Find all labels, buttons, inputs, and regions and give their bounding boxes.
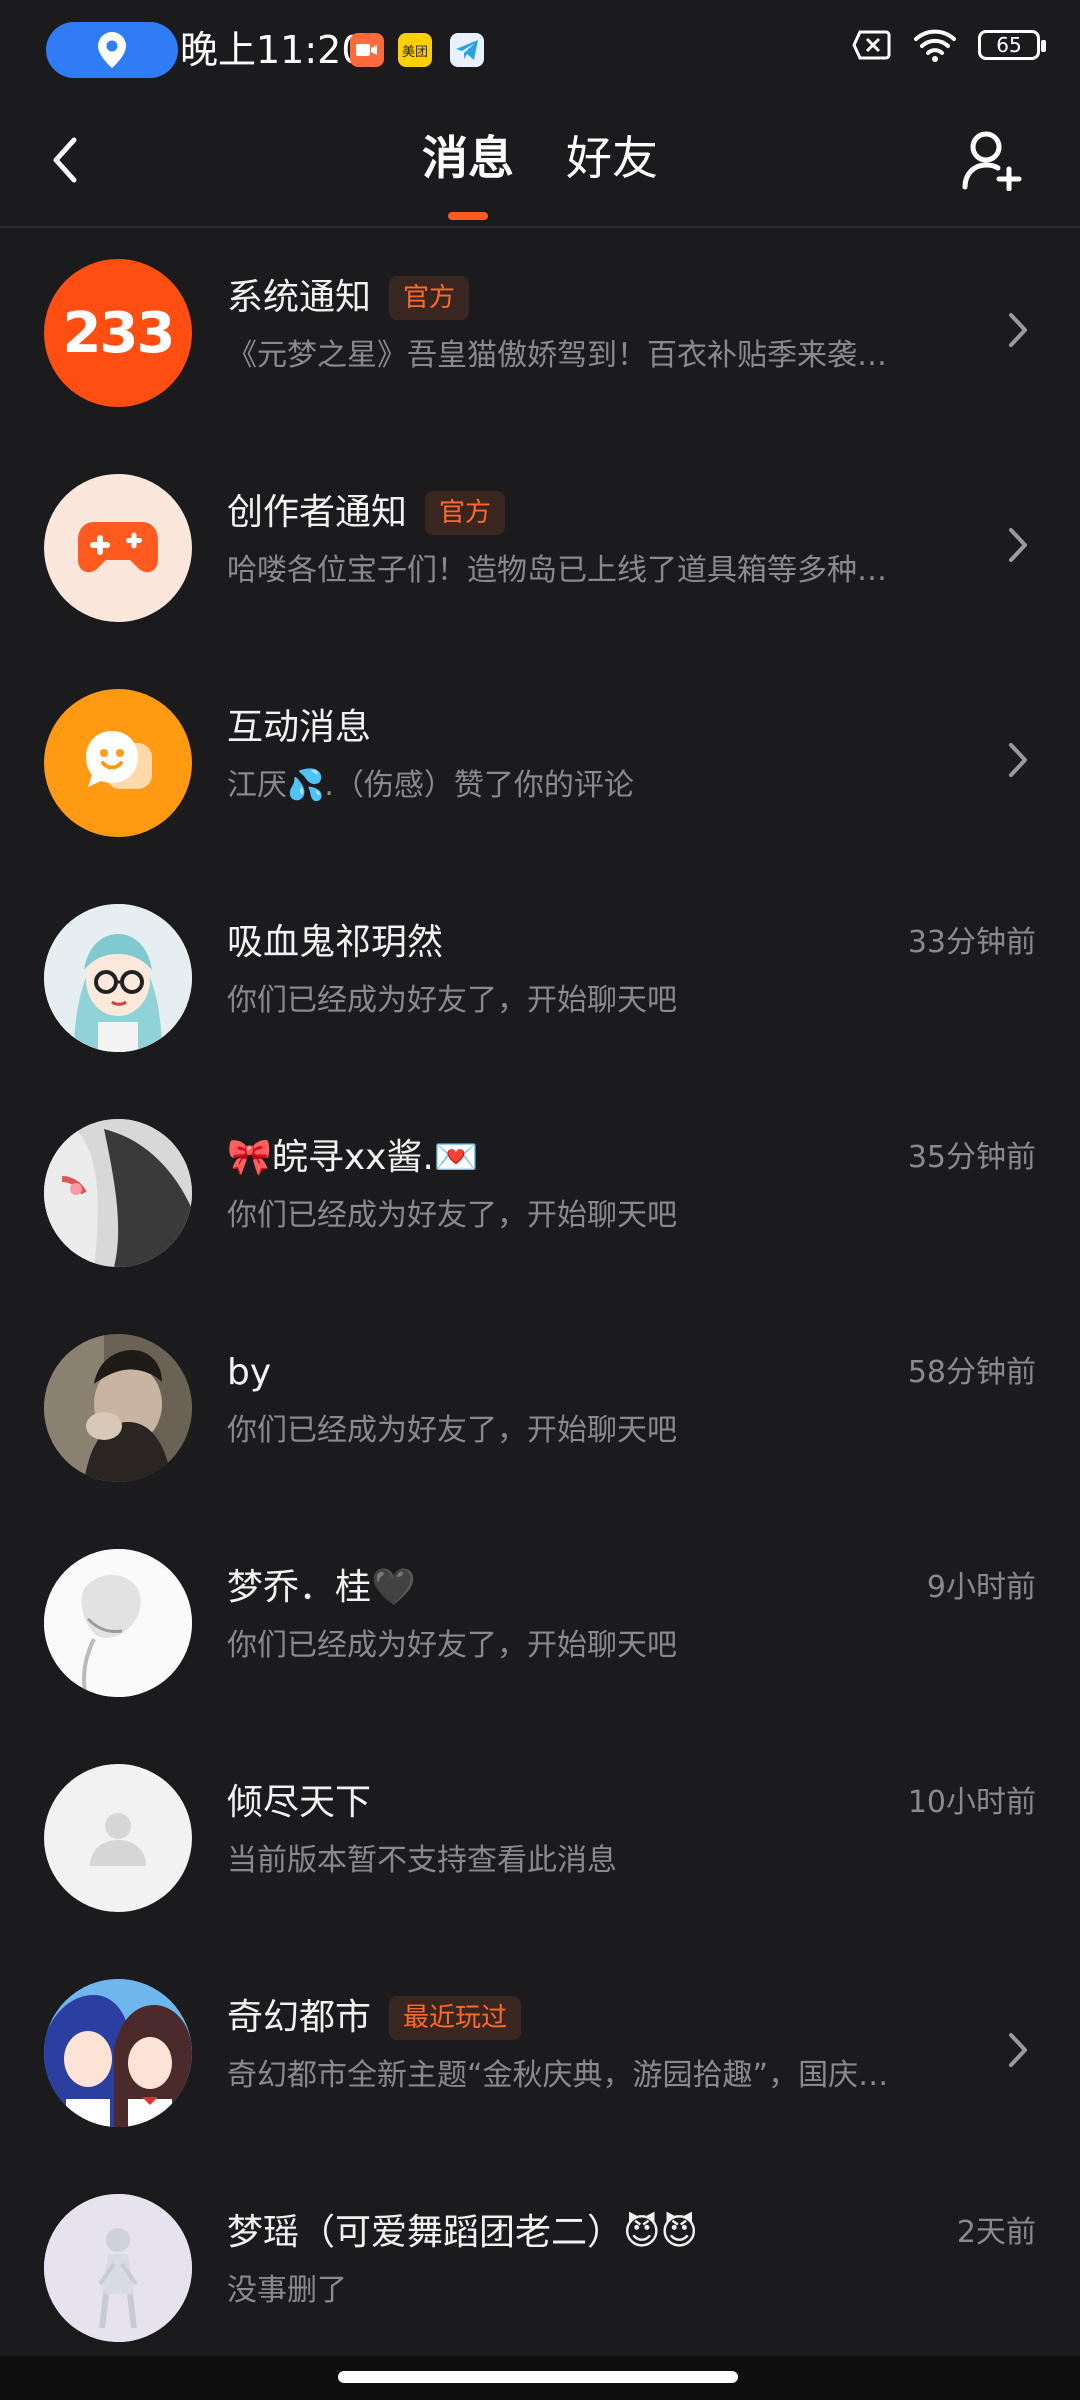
conversation-title: 互动消息 xyxy=(227,703,371,753)
message-preview: 奇幻都市全新主题“金秋庆典，游园拾趣”，国庆… xyxy=(227,2058,889,2093)
avatar-user xyxy=(44,904,192,1052)
meituan-label: 美团 xyxy=(401,44,428,60)
conversation-title: 吸血鬼祁玥然 xyxy=(227,918,443,968)
add-user-icon xyxy=(962,131,1022,191)
tab-bar: 消息 好友 xyxy=(0,126,1080,220)
avatar-figure-image xyxy=(44,2194,192,2342)
meituan-icon: 美团 xyxy=(398,33,432,67)
official-badge: 官方 xyxy=(425,491,506,535)
messages-screen: 晚上11:20 美团 65 消息 好友 233 系统通知 官方 《元梦之星》吾皇… xyxy=(0,0,1080,2400)
top-nav-bar: 消息 好友 xyxy=(0,100,1080,228)
chevron-right-icon xyxy=(1006,2030,1030,2070)
tab-messages-label: 消息 xyxy=(422,131,514,185)
avatar-user xyxy=(44,1549,192,1697)
battery-indicator: 65 xyxy=(978,30,1046,60)
avatar-default xyxy=(44,1764,192,1912)
message-preview: 江厌💦.（伤感）赞了你的评论 xyxy=(227,768,634,803)
location-pin-icon xyxy=(98,32,126,68)
list-item-creator-notification[interactable]: 创作者通知 官方 哈喽各位宝子们！造物岛已上线了道具箱等多种… xyxy=(0,443,1080,658)
conversation-title: 梦乔．桂🖤 xyxy=(227,1563,416,1613)
avatar-anime-characters-image xyxy=(44,1979,192,2127)
chevron-right-icon xyxy=(1006,310,1030,350)
message-list: 233 系统通知 官方 《元梦之星》吾皇猫傲娇驾到！百衣补贴季来袭… 创作者通知… xyxy=(0,228,1080,2378)
avatar-user xyxy=(44,1119,192,1267)
conversation-title: 倾尽天下 xyxy=(227,1778,371,1828)
avatar-interaction xyxy=(44,689,192,837)
conversation-name: 梦乔．桂🖤 xyxy=(227,1567,416,1608)
message-preview: 《元梦之星》吾皇猫傲娇驾到！百衣补贴季来袭… xyxy=(227,338,887,373)
conversation-title: 梦瑶（可爱舞蹈团老二）😈😈 xyxy=(227,2208,698,2258)
avatar-sketch-image xyxy=(44,1549,192,1697)
chat-bubble-icon xyxy=(86,731,152,789)
list-item-chat[interactable]: 吸血鬼祁玥然 33分钟前 你们已经成为好友了，开始聊天吧 xyxy=(0,873,1080,1088)
message-time: 2天前 xyxy=(956,2215,1036,2250)
message-time: 33分钟前 xyxy=(907,925,1036,960)
tab-messages[interactable]: 消息 xyxy=(418,126,518,220)
list-item-chat[interactable]: by 58分钟前 你们已经成为好友了，开始聊天吧 xyxy=(0,1303,1080,1518)
conversation-name: 奇幻都市 xyxy=(227,1997,372,2038)
message-time: 58分钟前 xyxy=(907,1355,1036,1390)
conversation-name: 🎀皖寻xx酱.💌 xyxy=(227,1137,479,1178)
conversation-name: 系统通知 xyxy=(227,277,372,318)
chevron-right-icon xyxy=(1006,525,1030,565)
message-time: 10小时前 xyxy=(907,1785,1036,1820)
battery-level: 65 xyxy=(996,33,1022,57)
conversation-name: 吸血鬼祁玥然 xyxy=(227,922,444,963)
avatar-233-text: 233 xyxy=(62,300,176,366)
avatar-cartoon-girl-image xyxy=(44,904,192,1052)
message-preview: 你们已经成为好友了，开始聊天吧 xyxy=(227,1413,677,1448)
status-right-icons: 65 xyxy=(852,28,1046,62)
conversation-title: 🎀皖寻xx酱.💌 xyxy=(227,1133,479,1183)
conversation-title: by xyxy=(227,1348,271,1398)
official-badge: 官方 xyxy=(389,276,470,320)
tab-friends-label: 好友 xyxy=(566,131,658,185)
conversation-name: 倾尽天下 xyxy=(227,1782,372,1823)
video-app-icon xyxy=(350,33,384,67)
conversation-title: 创作者通知 官方 xyxy=(227,488,506,538)
message-preview: 你们已经成为好友了，开始聊天吧 xyxy=(227,983,677,1018)
sim-card-icon xyxy=(852,30,891,60)
avatar-photo-image xyxy=(44,1334,192,1482)
message-time: 35分钟前 xyxy=(907,1140,1036,1175)
avatar-game xyxy=(44,1979,192,2127)
recently-played-badge: 最近玩过 xyxy=(389,1996,522,2040)
avatar-user xyxy=(44,2194,192,2342)
location-pill[interactable] xyxy=(46,22,178,78)
conversation-name: 梦瑶（可爱舞蹈团老二）😈😈 xyxy=(227,2212,699,2253)
status-bar: 晚上11:20 美团 65 xyxy=(0,0,1080,100)
message-time: 9小时前 xyxy=(926,1570,1036,1605)
chevron-right-icon xyxy=(1006,740,1030,780)
conversation-title: 奇幻都市 最近玩过 xyxy=(227,1993,522,2043)
home-indicator[interactable] xyxy=(338,2371,738,2383)
avatar-sketch-image xyxy=(44,1119,192,1267)
avatar-creator xyxy=(44,474,192,622)
wifi-icon xyxy=(914,29,956,62)
list-item-chat[interactable]: 梦乔．桂🖤 9小时前 你们已经成为好友了，开始聊天吧 xyxy=(0,1518,1080,1733)
list-item-interaction-messages[interactable]: 互动消息 江厌💦.（伤感）赞了你的评论 xyxy=(0,658,1080,873)
message-preview: 你们已经成为好友了，开始聊天吧 xyxy=(227,1628,677,1663)
add-friend-button[interactable] xyxy=(960,128,1024,192)
message-preview: 你们已经成为好友了，开始聊天吧 xyxy=(227,1198,677,1233)
list-item-chat[interactable]: 梦瑶（可爱舞蹈团老二）😈😈 2天前 没事删了 xyxy=(0,2163,1080,2378)
tab-friends[interactable]: 好友 xyxy=(562,126,662,190)
list-item-system-notification[interactable]: 233 系统通知 官方 《元梦之星》吾皇猫傲娇驾到！百衣补贴季来袭… xyxy=(0,228,1080,443)
avatar-233-logo: 233 xyxy=(44,259,192,407)
message-preview: 当前版本暂不支持查看此消息 xyxy=(227,1843,617,1878)
conversation-name: 创作者通知 xyxy=(227,492,408,533)
list-item-chat[interactable]: 倾尽天下 10小时前 当前版本暂不支持查看此消息 xyxy=(0,1733,1080,1948)
conversation-name: by xyxy=(227,1352,272,1393)
message-preview: 哈喽各位宝子们！造物岛已上线了道具箱等多种… xyxy=(227,553,887,588)
telegram-icon xyxy=(450,33,484,67)
list-item-game-fantasy-city[interactable]: 奇幻都市 最近玩过 奇幻都市全新主题“金秋庆典，游园拾趣”，国庆… xyxy=(0,1948,1080,2163)
status-time: 晚上11:20 xyxy=(180,28,366,72)
message-preview: 没事删了 xyxy=(227,2273,347,2308)
tab-active-indicator xyxy=(448,212,488,220)
gamepad-icon xyxy=(78,522,158,573)
conversation-name: 互动消息 xyxy=(227,707,372,748)
conversation-title: 系统通知 官方 xyxy=(227,273,470,323)
avatar-user xyxy=(44,1334,192,1482)
default-user-icon xyxy=(90,1813,146,1866)
list-item-chat[interactable]: 🎀皖寻xx酱.💌 35分钟前 你们已经成为好友了，开始聊天吧 xyxy=(0,1088,1080,1303)
